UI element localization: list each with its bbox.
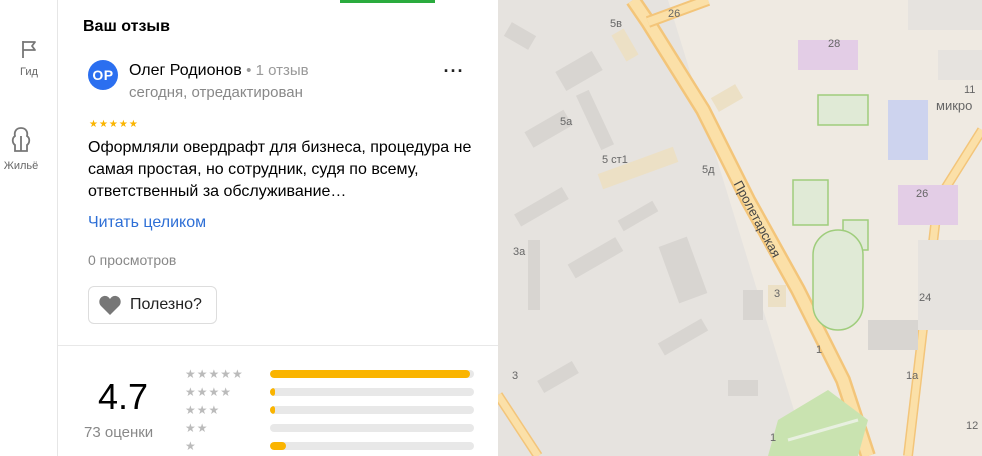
map-label: 12	[966, 420, 979, 432]
map-view[interactable]: 26 5в 28 11 микро 5а 5 ст1 5д 26 3а 24 3…	[498, 0, 982, 456]
rating-distribution-row: ★★★★★	[185, 367, 475, 382]
read-more-link[interactable]: Читать целиком	[88, 214, 206, 232]
distribution-stars: ★★★★	[185, 385, 233, 399]
active-tab-indicator	[340, 0, 435, 3]
review-date: сегодня, отредактирован	[129, 84, 303, 101]
map-label: 3	[512, 370, 519, 382]
map-canvas[interactable]	[498, 0, 982, 456]
map-label: 3а	[513, 246, 526, 258]
rail-item-label: Жильё	[3, 160, 39, 172]
distribution-bar	[270, 388, 474, 396]
distribution-stars: ★★★	[185, 403, 221, 417]
map-label: 11	[964, 84, 976, 96]
distribution-bar-fill	[270, 370, 470, 378]
map-label: 26	[668, 8, 681, 20]
map-label: 1	[816, 344, 823, 356]
useful-button[interactable]: Полезно?	[88, 286, 217, 324]
flag-icon	[22, 41, 36, 58]
left-rail: Гид Жильё	[0, 0, 58, 456]
map-label: 1а	[906, 370, 919, 382]
review-panel: Ваш отзыв OP Олег Родионов • 1 отзыв сег…	[58, 0, 498, 456]
author-line: Олег Родионов • 1 отзыв	[129, 62, 309, 80]
distribution-bar-fill	[270, 406, 275, 414]
more-options-button[interactable]: ···	[440, 62, 468, 84]
rail-item-guide[interactable]: Гид	[0, 38, 58, 78]
useful-button-label: Полезно?	[130, 296, 202, 313]
distribution-bar	[270, 442, 474, 450]
map-label: 5 ст1	[602, 154, 628, 166]
rating-distribution-row: ★	[185, 439, 475, 454]
distribution-stars: ★★	[185, 421, 209, 435]
rating-distribution-row: ★★★★	[185, 385, 475, 400]
distribution-bar-fill	[270, 442, 287, 450]
avatar[interactable]: OP	[88, 60, 118, 90]
distribution-stars: ★★★★★	[185, 367, 244, 381]
map-label: 26	[916, 188, 929, 200]
map-label: 5д	[702, 164, 715, 176]
section-divider	[58, 345, 498, 346]
rating-value: 4.7	[98, 376, 149, 417]
distribution-bar	[270, 406, 474, 414]
map-label: 5в	[610, 18, 622, 30]
distribution-bar	[270, 424, 474, 432]
distribution-stars: ★	[185, 439, 197, 453]
rating-count: 73 оценки	[84, 424, 154, 441]
author-review-count: • 1 отзыв	[246, 62, 309, 79]
rating-distribution-row: ★★	[185, 421, 475, 436]
map-label: 3	[774, 288, 781, 300]
rating-distribution-row: ★★★	[185, 403, 475, 418]
distribution-bar	[270, 370, 474, 378]
map-label: микро	[936, 98, 973, 113]
map-label: 5а	[560, 116, 573, 128]
rail-item-housing[interactable]: Жильё	[0, 124, 50, 172]
map-label: 1	[770, 432, 777, 444]
map-label: 24	[919, 292, 932, 304]
review-text: Оформляли овердрафт для бизнеса, процеду…	[88, 139, 472, 200]
review-stars: ★★★★★	[89, 119, 139, 130]
heart-icon	[99, 295, 121, 315]
views-count: 0 просмотров	[88, 252, 177, 268]
section-title: Ваш отзыв	[83, 18, 170, 35]
author-name[interactable]: Олег Родионов	[129, 62, 242, 79]
apartment-icon	[11, 127, 31, 152]
rail-item-label: Гид	[20, 66, 38, 78]
distribution-bar-fill	[270, 388, 275, 396]
map-label: 28	[828, 38, 841, 50]
